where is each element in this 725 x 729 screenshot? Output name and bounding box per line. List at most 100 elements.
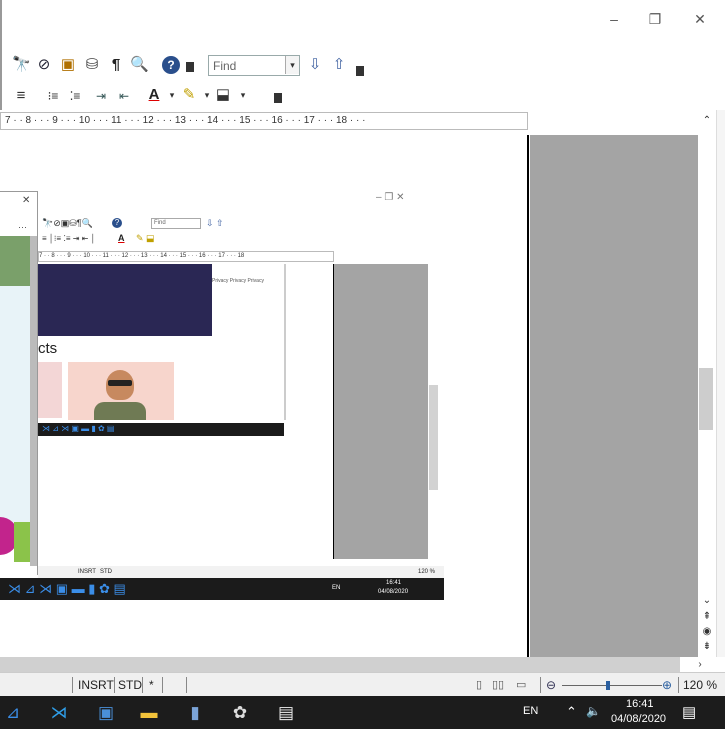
increase-indent-icon[interactable]: ⇥ (92, 87, 110, 105)
nested-taskbar-lang: EN (332, 585, 341, 591)
zoom-icon[interactable]: 🔍 (130, 56, 149, 74)
decrease-indent-icon[interactable]: ⇤ (115, 87, 133, 105)
vertical-scrollbar-thumb[interactable] (699, 368, 713, 430)
highlight-icon[interactable]: ✎ (180, 86, 198, 104)
clock-date[interactable]: 04/08/2020 (611, 713, 666, 725)
nested-toolbar: 🔭⊘▣⛁¶🔍 ? Find ⇩ ⇧ ≡ │⁝≡ ⁚≡ ⇥ ⇤ │ A ✎ ⬓ (38, 214, 444, 248)
nested-white-strip (286, 264, 334, 559)
horizontal-ruler[interactable]: 7 · · 8 · · · 9 · · · 10 · · · 11 · · · … (0, 112, 528, 130)
avatar-glasses (108, 380, 132, 386)
volume-icon[interactable]: 🔈 (586, 704, 601, 718)
background-window-green-block (14, 522, 30, 562)
background-window-more-icon[interactable]: ··· (18, 222, 27, 232)
database-icon[interactable]: ⛁ (83, 56, 101, 74)
nested-inner-taskbar-icons: ⋊ ⊿ ⋊ ▣ ▬ ▮ ✿ ▤ (42, 424, 115, 433)
font-color-icon[interactable]: A (145, 86, 163, 104)
status-separator (186, 677, 187, 693)
scroll-right-button[interactable]: › (680, 657, 720, 672)
close-button[interactable]: ✕ (690, 10, 710, 28)
app-icon-1[interactable]: ⊿ (2, 702, 24, 724)
notifications-icon[interactable]: ▤ (682, 703, 696, 721)
tray-chevron-icon[interactable]: ⌃ (566, 704, 577, 720)
ruler-blank (528, 112, 698, 130)
writer-icon[interactable]: ▤ (275, 702, 297, 724)
maximize-button[interactable]: ❐ (645, 10, 665, 28)
insert-mode[interactable]: INSRT (78, 678, 114, 692)
language-indicator[interactable]: EN (523, 705, 538, 717)
document-app-icon[interactable]: ▮ (184, 702, 206, 724)
clock-time[interactable]: 16:41 (626, 698, 654, 710)
avatar-body (94, 402, 146, 420)
book-view-icon[interactable]: ▭ (516, 678, 526, 691)
scroll-up-button[interactable]: ⌃ (698, 114, 716, 128)
nested-help-icon: ? (112, 218, 122, 228)
image-icon[interactable]: ▣ (59, 56, 77, 74)
taskbar: ⊿ ⋊ ▣ ▬ ▮ ✿ ▤ EN ⌃ 🔈 16:41 04/08/2020 ▤ (0, 696, 725, 729)
nested-privacy-links: Privacy Privacy Privacy (212, 278, 264, 284)
horizontal-scrollbar[interactable] (0, 657, 698, 672)
nested-window-controls: – ❐ ✕ (376, 192, 405, 203)
minimize-button[interactable]: – (604, 10, 624, 28)
previous-page-button[interactable]: ⇞ (698, 610, 716, 624)
formatting-overflow-icon[interactable] (274, 93, 282, 103)
nested-inner-taskbar: ⋊ ⊿ ⋊ ▣ ▬ ▮ ✿ ▤ (38, 423, 284, 436)
nested-taskbar-date: 04/08/2020 (378, 589, 409, 595)
nested-selection-mode: STD (100, 569, 112, 575)
next-page-button[interactable]: ⇟ (698, 640, 716, 654)
bulleted-list-icon[interactable]: ⁚≡ (66, 87, 84, 105)
nested-banner-image (38, 264, 212, 336)
find-dropdown-button[interactable]: ▾ (285, 56, 299, 74)
nested-zoom: 120 % (418, 569, 436, 575)
background-window-image (0, 236, 30, 286)
navigator-button[interactable]: ◉ (698, 625, 716, 639)
app-icon-6[interactable]: ✿ (229, 702, 251, 724)
status-separator (540, 677, 541, 693)
zoom-slider[interactable] (562, 685, 662, 686)
find-previous-icon[interactable]: ⇧ (330, 56, 348, 74)
file-explorer-icon[interactable]: ▬ (138, 702, 160, 724)
zoom-in-icon[interactable]: ⊕ (662, 678, 672, 692)
status-separator (142, 677, 143, 693)
background-window[interactable]: ✕ ··· (0, 191, 38, 575)
page-margin-area (530, 135, 698, 657)
sidebar-strip[interactable] (716, 110, 725, 657)
zoom-level[interactable]: 120 % (683, 678, 717, 692)
vscode-icon[interactable]: ⋊ (48, 702, 70, 724)
background-window-close-icon[interactable]: ✕ (22, 195, 30, 206)
title-bar: – ❐ ✕ (0, 0, 725, 50)
zoom-out-icon[interactable]: ⊖ (546, 678, 556, 692)
font-color-dropdown-icon[interactable]: ▾ (163, 86, 181, 104)
nested-find-input: Find (151, 218, 201, 229)
nested-highlight-icon: ✎ ⬓ (136, 233, 155, 243)
help-icon[interactable]: ? (162, 56, 180, 74)
nested-product-image (68, 362, 174, 420)
spellcheck-icon[interactable]: ⊘ (35, 56, 53, 74)
multi-page-view-icon[interactable]: ▯▯ (492, 678, 504, 691)
find-next-icon[interactable]: ⇩ (306, 56, 324, 74)
numbered-list-icon[interactable]: ⁝≡ (44, 87, 62, 105)
background-color-dropdown-icon[interactable]: ▾ (234, 86, 252, 104)
single-page-view-icon[interactable]: ▯ (476, 678, 482, 691)
nested-insert-mode: INSRT (78, 569, 96, 575)
selection-mode[interactable]: STD (118, 678, 142, 692)
background-window-content (0, 286, 30, 536)
scroll-down-button[interactable]: ⌄ (698, 594, 716, 608)
status-separator (678, 677, 679, 693)
toolbar-overflow-icon[interactable] (186, 62, 194, 72)
app-icon-3[interactable]: ▣ (95, 702, 117, 724)
background-window-scrollbar (30, 236, 37, 566)
nested-heading: cts (38, 340, 58, 357)
find-replace-icon[interactable]: 🔭 (12, 56, 31, 74)
nested-product-image-left (38, 362, 62, 418)
nested-ruler: 7 · · 8 · · · 9 · · · 10 · · · 11 · · · … (38, 251, 334, 262)
zoom-slider-handle[interactable] (606, 681, 610, 690)
nested-margin-area (334, 264, 428, 559)
formatting-marks-icon[interactable]: ¶ (107, 56, 125, 74)
nested-toolbar-icons: 🔭⊘▣⛁¶🔍 (42, 218, 93, 228)
justify-icon[interactable]: ≡ (12, 87, 30, 105)
document-modified-indicator[interactable]: * (149, 678, 154, 692)
background-color-icon[interactable]: ⬓ (214, 86, 232, 104)
find-overflow-icon[interactable] (356, 66, 364, 76)
status-separator (162, 677, 163, 693)
nested-format-icons: ≡ │⁝≡ ⁚≡ ⇥ ⇤ │ (42, 234, 96, 243)
